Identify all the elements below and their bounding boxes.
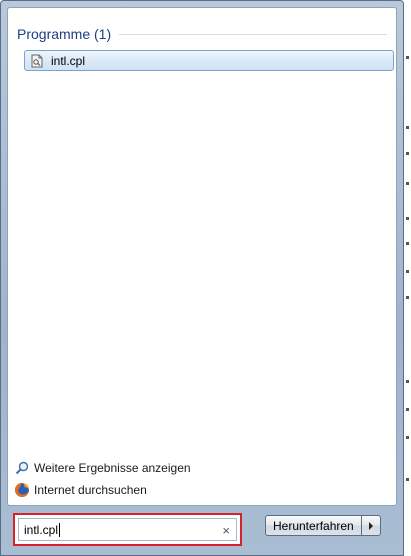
shutdown-controls: Herunterfahren xyxy=(265,515,381,536)
results-group-title: Programme (1) xyxy=(17,26,112,42)
control-panel-file-icon xyxy=(30,54,44,68)
text-caret xyxy=(59,522,61,537)
desktop-region: Programme (1) intl.cpl Weitere Ergebniss… xyxy=(0,0,411,556)
more-results-label: Weitere Ergebnisse anzeigen xyxy=(34,461,191,475)
search-input-value: intl.cpl xyxy=(24,522,59,537)
search-icon xyxy=(14,460,30,476)
group-divider xyxy=(119,33,387,35)
search-results-pane: Programme (1) intl.cpl Weitere Ergebniss… xyxy=(7,7,397,506)
background-window-edge xyxy=(404,0,411,556)
start-menu: Programme (1) intl.cpl Weitere Ergebniss… xyxy=(0,0,404,556)
chevron-right-icon xyxy=(368,517,374,535)
result-item-label: intl.cpl xyxy=(51,53,86,68)
search-input[interactable]: intl.cpl × xyxy=(18,518,237,541)
search-input-highlight: intl.cpl × xyxy=(13,513,242,546)
internet-search-label: Internet durchsuchen xyxy=(34,483,147,497)
shutdown-options-button[interactable] xyxy=(360,515,381,536)
result-item-intl-cpl[interactable]: intl.cpl xyxy=(24,50,394,71)
internet-search-link[interactable]: Internet durchsuchen xyxy=(14,481,147,499)
firefox-icon xyxy=(14,482,30,498)
results-group-header: Programme (1) xyxy=(17,26,387,42)
more-results-link[interactable]: Weitere Ergebnisse anzeigen xyxy=(14,459,191,477)
shutdown-button[interactable]: Herunterfahren xyxy=(265,515,361,536)
clear-search-button[interactable]: × xyxy=(222,522,230,540)
